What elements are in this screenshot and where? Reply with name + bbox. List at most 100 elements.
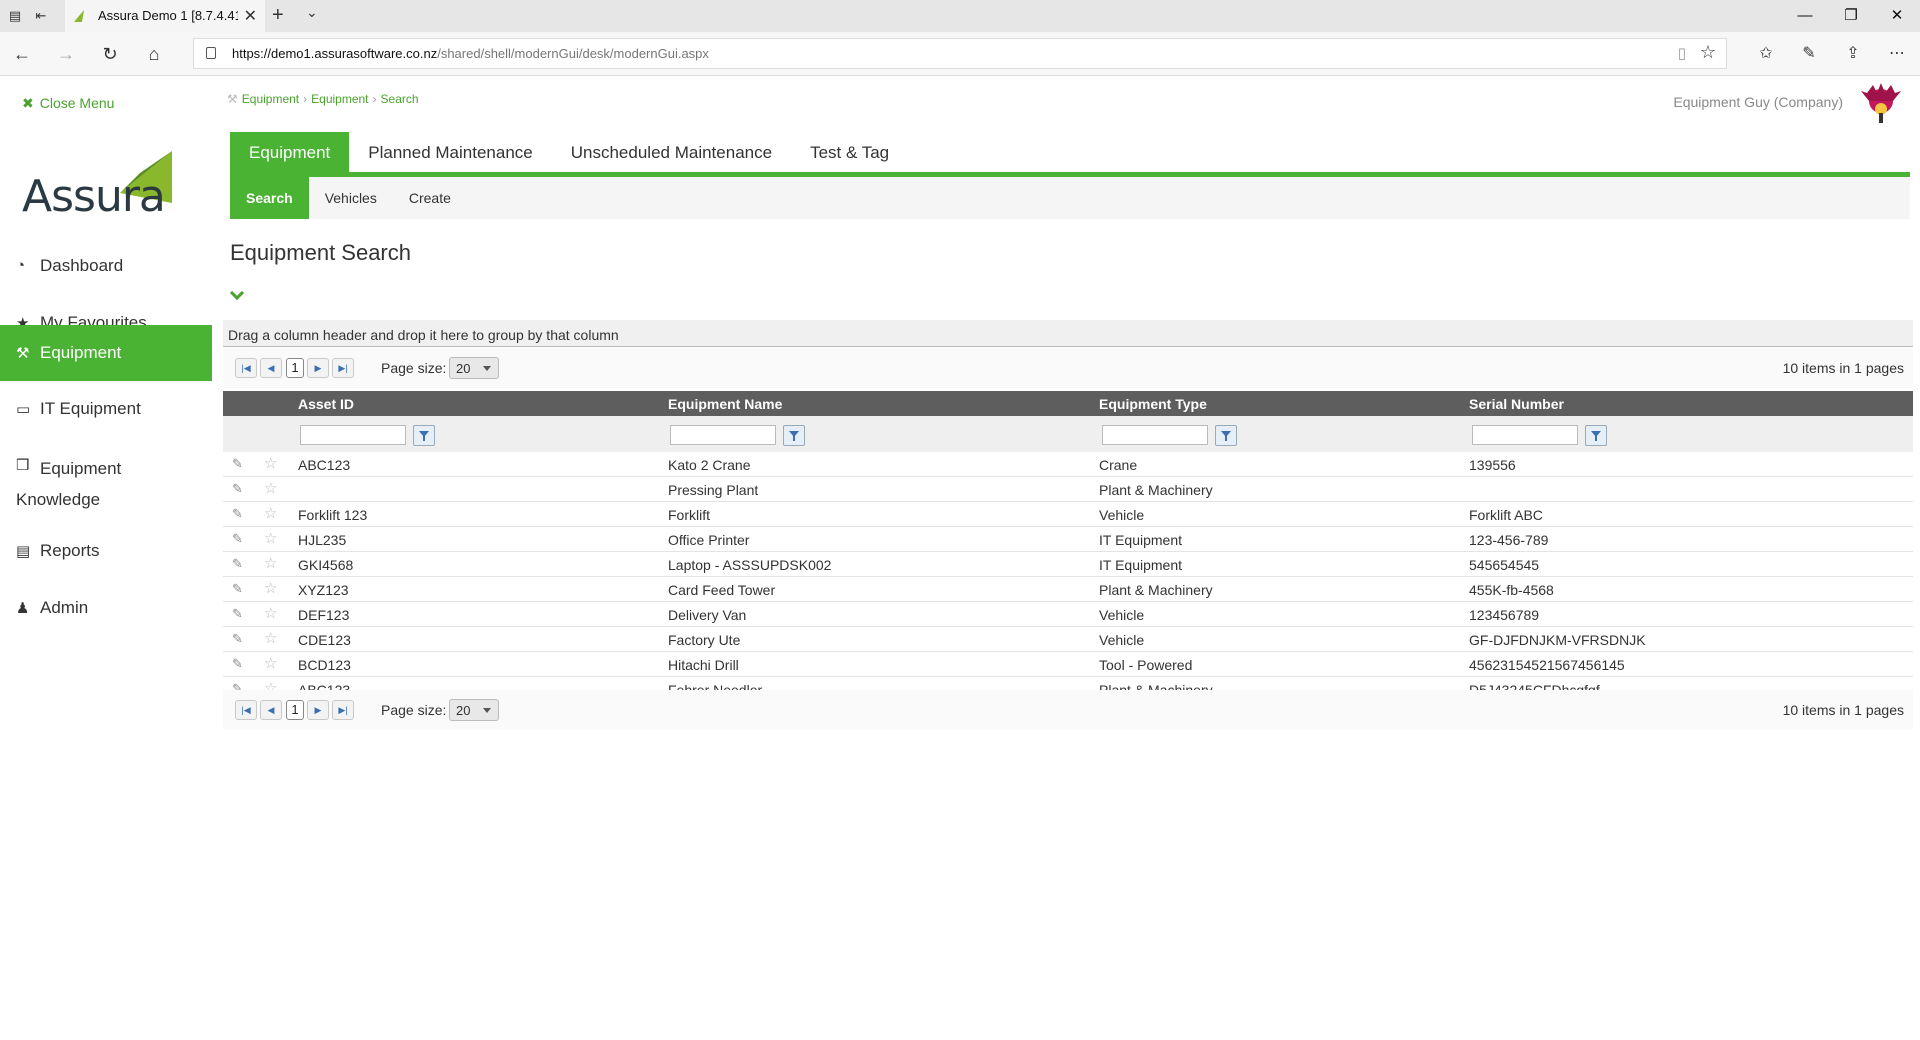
filter-funnel-icon[interactable]: [783, 425, 805, 446]
share-icon[interactable]: ⇪: [1840, 42, 1866, 66]
edit-pencil-icon[interactable]: ✎: [232, 481, 243, 497]
cell-asset-id: DEF123: [298, 607, 350, 623]
back-icon[interactable]: ←: [10, 42, 34, 66]
page-size-select[interactable]: 20: [449, 357, 499, 379]
edit-pencil-icon[interactable]: ✎: [232, 556, 243, 572]
filter-equipment-name-input[interactable]: [670, 425, 776, 445]
table-row[interactable]: ✎ ☆ BCD123 Hitachi Drill Tool - Powered 45623…: [223, 652, 1913, 677]
close-menu-button[interactable]: ✖ Close Menu: [22, 95, 114, 112]
breadcrumb-item[interactable]: Equipment: [242, 92, 299, 106]
favorites-hub-icon[interactable]: ✩: [1753, 42, 1779, 66]
favourite-star-icon[interactable]: ☆: [264, 479, 277, 497]
table-row[interactable]: ✎ ☆ Forklift 123 Forklift Vehicle Forklift AB…: [223, 502, 1913, 527]
favourite-star-icon[interactable]: ☆: [264, 579, 277, 597]
sidebar-item-equipment-knowledge[interactable]: ❒ Equipment Knowledge: [0, 437, 212, 509]
favourite-star-icon[interactable]: ☆: [264, 629, 277, 647]
close-tab-icon[interactable]: ✕: [244, 6, 257, 26]
set-aside-tabs-icon[interactable]: ⇤: [32, 7, 50, 25]
next-page-icon[interactable]: ▶: [307, 358, 329, 378]
breadcrumb-item[interactable]: Equipment: [311, 92, 368, 106]
avatar[interactable]: [1861, 83, 1901, 127]
page-title: Equipment Search: [230, 240, 411, 265]
table-row[interactable]: ✎ ☆ CDE123 Factory Ute Vehicle GF-DJFDNJKM-VF…: [223, 627, 1913, 652]
table-row[interactable]: ✎ ☆ HJL235 Office Printer IT Equipment 123-45…: [223, 527, 1913, 552]
filter-funnel-icon[interactable]: [1585, 425, 1607, 446]
favourite-star-icon[interactable]: ☆: [264, 529, 277, 547]
address-url[interactable]: https://demo1.assurasoftware.co.nz/share…: [232, 46, 709, 61]
minimize-icon[interactable]: —: [1782, 0, 1828, 32]
forward-icon[interactable]: →: [54, 42, 78, 66]
favourite-star-icon[interactable]: ☆: [264, 604, 277, 622]
tab-equipment[interactable]: Equipment: [230, 132, 350, 172]
tab-planned-maintenance[interactable]: Planned Maintenance: [349, 132, 551, 172]
table-row[interactable]: ✎ ☆ Pressing Plant Plant & Machinery: [223, 477, 1913, 502]
favourite-star-icon[interactable]: ☆: [264, 654, 277, 672]
edit-pencil-icon[interactable]: ✎: [232, 506, 243, 522]
sidebar-item-it-equipment[interactable]: ▭ IT Equipment: [0, 381, 212, 437]
table-row[interactable]: ✎ ☆ GKI4568 Laptop - ASSSUPDSK002 IT Equipme…: [223, 552, 1913, 577]
reading-view-icon[interactable]: ▯: [1678, 44, 1686, 62]
column-header-asset-id[interactable]: Asset ID: [298, 396, 354, 412]
table-row[interactable]: ✎ ☆ DEF123 Delivery Van Vehicle 123456789: [223, 602, 1913, 627]
filter-equipment-type-input[interactable]: [1102, 425, 1208, 445]
pen-notes-icon[interactable]: ✎: [1796, 42, 1822, 66]
filter-funnel-icon[interactable]: [413, 425, 435, 446]
filter-serial-number-input[interactable]: [1472, 425, 1578, 445]
edit-pencil-icon[interactable]: ✎: [232, 656, 243, 672]
first-page-icon[interactable]: |◀: [235, 700, 257, 720]
table-row[interactable]: ✎ ☆ ABC123 Kato 2 Crane Crane 139556: [223, 452, 1913, 477]
column-header-equipment-type[interactable]: Equipment Type: [1099, 396, 1207, 412]
page-number[interactable]: 1: [286, 358, 304, 378]
home-icon[interactable]: ⌂: [142, 42, 166, 66]
column-header-equipment-name[interactable]: Equipment Name: [668, 396, 782, 412]
prev-page-icon[interactable]: ◀: [260, 700, 282, 720]
close-window-icon[interactable]: ✕: [1874, 0, 1920, 32]
favourite-star-icon[interactable]: ☆: [264, 554, 277, 572]
tab-test-and-tag[interactable]: Test & Tag: [791, 132, 908, 172]
cell-asset-id: XYZ123: [298, 582, 349, 598]
last-page-icon[interactable]: ▶|: [332, 700, 354, 720]
page-size-label: Page size:: [381, 702, 447, 718]
chevron-down-icon[interactable]: [229, 285, 245, 301]
tab-actions-icon[interactable]: ▤: [6, 7, 24, 25]
restore-icon[interactable]: ❐: [1828, 0, 1874, 32]
tab-list-chevron-icon[interactable]: ⌄: [306, 4, 318, 21]
cell-serial-number: 123456789: [1469, 607, 1540, 623]
filter-asset-id-input[interactable]: [300, 425, 406, 445]
column-header-serial-number[interactable]: Serial Number: [1469, 396, 1564, 412]
more-menu-icon[interactable]: ⋯: [1884, 42, 1910, 66]
browser-tab[interactable]: Assura Demo 1 [8.7.4.41 ✕: [65, 0, 265, 32]
new-tab-icon[interactable]: +: [272, 4, 284, 27]
sidebar-item-equipment[interactable]: ⚒ Equipment: [0, 325, 212, 381]
first-page-icon[interactable]: |◀: [235, 358, 257, 378]
sidebar-item-admin[interactable]: ♟ Admin: [0, 580, 212, 636]
edit-pencil-icon[interactable]: ✎: [232, 456, 243, 472]
sidebar-item-reports[interactable]: ▤ Reports: [0, 523, 212, 579]
edit-pencil-icon[interactable]: ✎: [232, 631, 243, 647]
page-number[interactable]: 1: [286, 700, 304, 720]
filter-funnel-icon[interactable]: [1215, 425, 1237, 446]
prev-page-icon[interactable]: ◀: [260, 358, 282, 378]
favorite-star-icon[interactable]: ☆: [1700, 42, 1716, 63]
favourite-star-icon[interactable]: ☆: [264, 504, 277, 522]
cell-equipment-name: Pressing Plant: [668, 482, 759, 498]
table-row[interactable]: ✎ ☆ XYZ123 Card Feed Tower Plant & Machinery…: [223, 577, 1913, 602]
subtab-vehicles[interactable]: Vehicles: [309, 177, 393, 219]
cell-equipment-type: Vehicle: [1099, 632, 1145, 648]
subtab-create[interactable]: Create: [393, 177, 467, 219]
tab-unscheduled-maintenance[interactable]: Unscheduled Maintenance: [552, 132, 791, 172]
address-bar[interactable]: https://demo1.assurasoftware.co.nz/share…: [193, 38, 1727, 69]
page-size-select[interactable]: 20: [449, 699, 499, 721]
edit-pencil-icon[interactable]: ✎: [232, 606, 243, 622]
refresh-icon[interactable]: ↻: [98, 42, 122, 66]
last-page-icon[interactable]: ▶|: [332, 358, 354, 378]
user-name[interactable]: Equipment Guy (Company): [1673, 94, 1843, 110]
subtab-search[interactable]: Search: [230, 177, 309, 219]
breadcrumb-current[interactable]: Search: [381, 92, 419, 106]
group-panel[interactable]: Drag a column header and drop it here to…: [223, 320, 1913, 347]
sidebar-item-dashboard[interactable]: ◔ Dashboard: [0, 238, 212, 294]
next-page-icon[interactable]: ▶: [307, 700, 329, 720]
edit-pencil-icon[interactable]: ✎: [232, 531, 243, 547]
favourite-star-icon[interactable]: ☆: [264, 454, 277, 472]
edit-pencil-icon[interactable]: ✎: [232, 581, 243, 597]
